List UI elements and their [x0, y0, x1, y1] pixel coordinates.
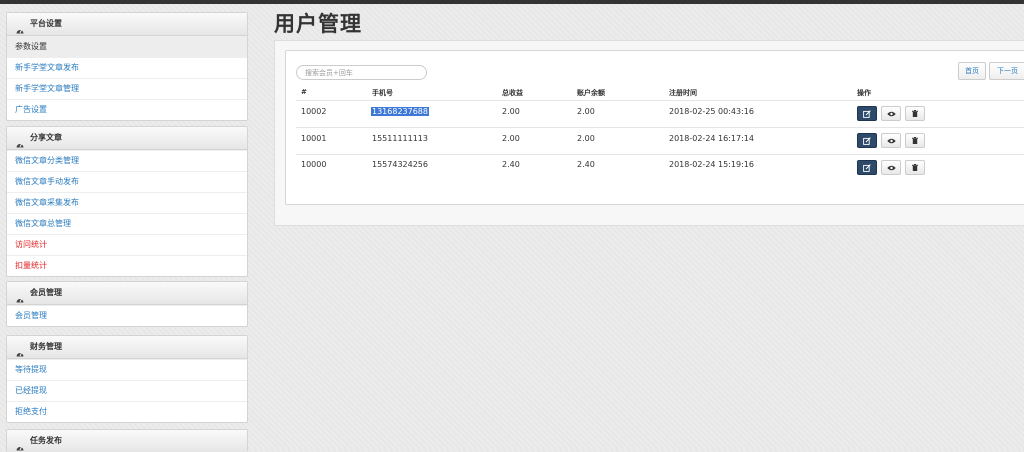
cell-total: 2.00	[502, 107, 520, 116]
col-header-phone: 手机号	[372, 89, 393, 97]
section-title: 财务管理	[30, 342, 62, 351]
search-input[interactable]: 搜索会员+回车	[296, 65, 427, 80]
sidebar-item-wx-collect[interactable]: 微信文章采集发布	[7, 192, 247, 213]
cell-phone: 15574324256	[372, 160, 428, 169]
dashboard-icon	[16, 21, 24, 33]
dashboard-icon	[16, 344, 24, 356]
delete-button[interactable]	[905, 133, 925, 148]
sidebar-item-wx-manual[interactable]: 微信文章手动发布	[7, 171, 247, 192]
edit-icon	[863, 163, 871, 172]
row-divider	[296, 127, 1024, 128]
col-header-total: 总收益	[502, 89, 523, 97]
view-button[interactable]	[881, 106, 901, 121]
cell-total: 2.00	[502, 134, 520, 143]
sidebar-section-share: 分享文章 微信文章分类管理 微信文章手动发布 微信文章采集发布 微信文章总管理 …	[6, 126, 248, 277]
trash-icon	[912, 137, 918, 144]
edit-icon	[863, 109, 871, 118]
page-title: 用户管理	[274, 12, 362, 36]
sidebar-item-withdrawn[interactable]: 已经提现	[7, 380, 247, 401]
cell-id: 10002	[301, 107, 327, 116]
edit-button[interactable]	[857, 133, 877, 148]
section-title: 平台设置	[30, 19, 62, 28]
row-divider	[296, 154, 1024, 155]
section-header[interactable]: 分享文章	[7, 127, 247, 150]
cell-time: 2018-02-25 00:43:16	[669, 107, 754, 116]
sidebar-item-members[interactable]: 会员管理	[7, 305, 247, 326]
col-header-actions: 操作	[857, 89, 871, 97]
sidebar-item-visit-stats[interactable]: 访问统计	[7, 234, 247, 255]
sidebar-item-ads[interactable]: 广告设置	[7, 99, 247, 120]
edit-button[interactable]	[857, 160, 877, 175]
view-button[interactable]	[881, 133, 901, 148]
view-button[interactable]	[881, 160, 901, 175]
sidebar-item-pending-withdraw[interactable]: 等待提现	[7, 359, 247, 380]
eye-icon	[886, 111, 896, 117]
edit-button[interactable]	[857, 106, 877, 121]
cell-id: 10000	[301, 160, 327, 169]
cell-time: 2018-02-24 16:17:14	[669, 134, 754, 143]
col-header-id: #	[301, 88, 307, 96]
dashboard-icon	[16, 135, 24, 147]
cell-id: 10001	[301, 134, 327, 143]
eye-icon	[886, 138, 896, 144]
section-title: 分享文章	[30, 133, 62, 142]
sidebar-item-wx-all[interactable]: 微信文章总管理	[7, 213, 247, 234]
col-header-time: 注册时间	[669, 89, 697, 97]
sidebar-item-rejected[interactable]: 拒绝支付	[7, 401, 247, 422]
eye-icon	[886, 165, 896, 171]
cell-time: 2018-02-24 15:19:16	[669, 160, 754, 169]
sidebar-item-wx-category[interactable]: 微信文章分类管理	[7, 150, 247, 171]
section-header[interactable]: 会员管理	[7, 282, 247, 305]
sidebar-section-members: 会员管理 会员管理	[6, 281, 248, 327]
trash-icon	[912, 164, 918, 171]
sidebar-item-newbie-publish[interactable]: 新手学堂文章发布	[7, 57, 247, 78]
section-header[interactable]: 平台设置	[7, 13, 247, 36]
cell-total: 2.40	[502, 160, 520, 169]
delete-button[interactable]	[905, 106, 925, 121]
cell-balance: 2.00	[577, 134, 595, 143]
sidebar-section-finance: 财务管理 等待提现 已经提现 拒绝支付	[6, 335, 248, 423]
next-page-button[interactable]: 下一页	[989, 62, 1024, 80]
cell-balance: 2.00	[577, 107, 595, 116]
dashboard-icon	[16, 438, 24, 450]
cell-balance: 2.40	[577, 160, 595, 169]
cell-phone: 15511111113	[372, 134, 428, 143]
sidebar-item-deduct-stats[interactable]: 扣量统计	[7, 255, 247, 276]
sidebar-item-newbie-manage[interactable]: 新手学堂文章管理	[7, 78, 247, 99]
sidebar-section-platform: 平台设置 参数设置 新手学堂文章发布 新手学堂文章管理 广告设置	[6, 12, 248, 121]
section-title: 会员管理	[30, 288, 62, 297]
first-page-button[interactable]: 首页	[958, 62, 986, 80]
trash-icon	[912, 110, 918, 117]
delete-button[interactable]	[905, 160, 925, 175]
edit-icon	[863, 136, 871, 145]
col-header-balance: 账户余额	[577, 89, 605, 97]
cell-phone: 13168237688	[371, 107, 429, 116]
table-divider	[296, 100, 1024, 101]
top-bar	[0, 0, 1024, 4]
section-header[interactable]: 财务管理	[7, 336, 247, 359]
sidebar-item-params[interactable]: 参数设置	[7, 36, 247, 57]
dashboard-icon	[16, 290, 24, 302]
